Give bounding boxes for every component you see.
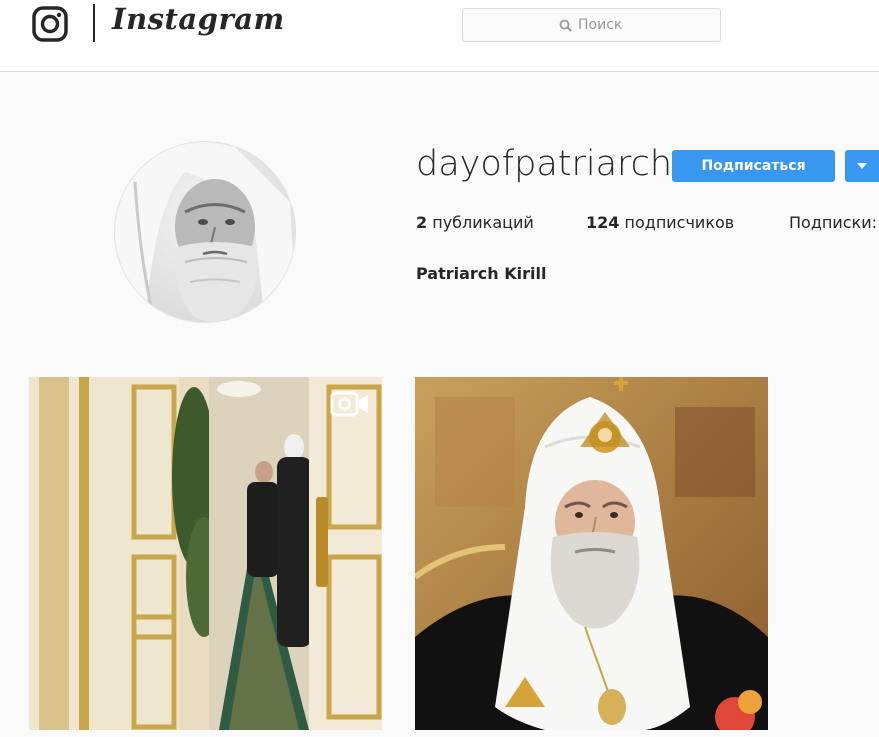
followers-count: 124 <box>586 213 620 232</box>
logo-divider <box>93 4 95 42</box>
instagram-wordmark[interactable]: Instagram <box>112 2 285 36</box>
post-thumbnail-photo[interactable] <box>415 377 768 730</box>
stat-following[interactable]: Подписки: <box>789 213 877 232</box>
profile-avatar[interactable] <box>114 141 296 323</box>
post-image-corridor <box>29 377 382 730</box>
instagram-camera-icon[interactable] <box>32 6 68 42</box>
suggestions-dropdown-button[interactable] <box>845 150 879 182</box>
search-input[interactable] <box>578 17 624 33</box>
video-camera-icon <box>330 391 368 417</box>
post-thumbnail-video[interactable] <box>29 377 382 730</box>
posts-count: 2 <box>416 213 428 232</box>
follow-button[interactable]: Подписаться <box>672 150 835 182</box>
caret-down-icon <box>857 163 867 169</box>
profile-stats: 2 публикаций 124 подписчиков Подписки: <box>416 213 879 237</box>
stat-followers[interactable]: 124 подписчиков <box>586 213 734 232</box>
stat-posts: 2 публикаций <box>416 213 534 232</box>
profile-full-name: Patriarch Kirill <box>416 264 547 283</box>
avatar-photo <box>115 142 295 322</box>
search-box[interactable] <box>462 8 721 42</box>
followers-label: подписчиков <box>624 213 735 232</box>
search-icon <box>559 19 572 32</box>
profile-username: dayofpatriarch <box>416 144 673 184</box>
top-nav-bar: Instagram <box>0 0 879 72</box>
posts-label: публикаций <box>432 213 534 232</box>
post-image-portrait <box>415 377 768 730</box>
following-label: Подписки: <box>789 213 877 232</box>
